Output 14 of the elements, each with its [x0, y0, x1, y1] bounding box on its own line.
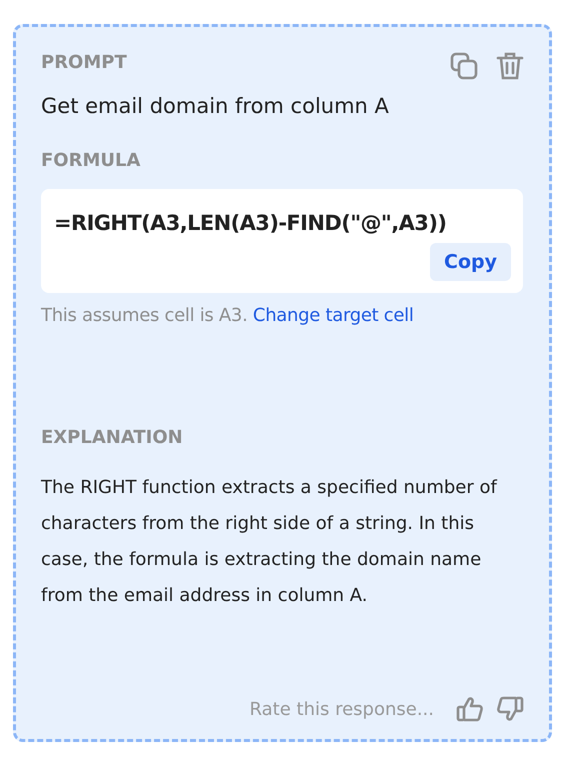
- thumbs-down-icon[interactable]: [496, 695, 524, 723]
- section-heading: PROMPT: [41, 51, 127, 75]
- copy-button[interactable]: Copy: [430, 243, 511, 281]
- formula-text: =RIGHT(A3,LEN(A3)-FIND("@",A3)): [54, 210, 448, 237]
- rate-label: Rate this response...: [250, 698, 434, 720]
- prompt-text: Get email domain from column A: [41, 93, 390, 120]
- change-target-cell-link[interactable]: Change target cell: [252, 305, 414, 326]
- thumbs-up-icon[interactable]: [456, 695, 484, 723]
- section-heading: EXPLANATION: [41, 426, 183, 450]
- section-heading: FORMULA: [41, 149, 140, 173]
- trash-icon[interactable]: [496, 51, 524, 81]
- explanation-text: The RIGHT function extracts a specified number of characters from the right side of a string. In this case, the formula is extracting the domain name from the email address in column A.: [41, 476, 498, 608]
- cell-note: This assumes cell is A3. Change target cell: [41, 305, 415, 326]
- copy-icon[interactable]: [450, 51, 478, 81]
